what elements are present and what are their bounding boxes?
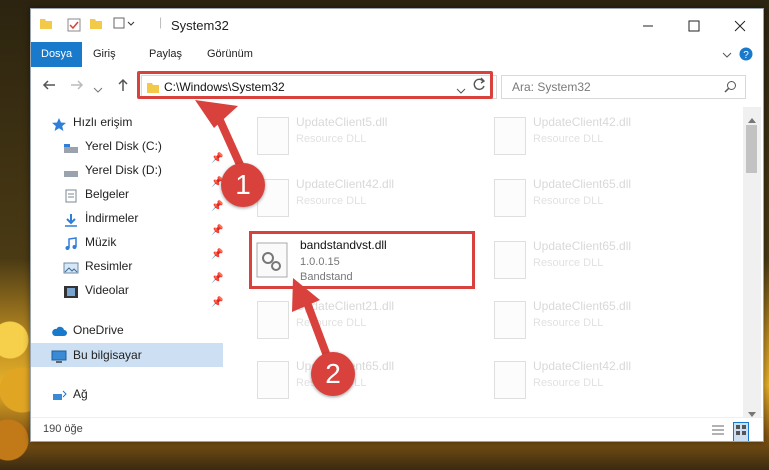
annotation-arrows [195, 100, 337, 376]
annotation-badge-1: 1 [221, 163, 265, 207]
annotation-badge-2: 2 [311, 352, 355, 396]
